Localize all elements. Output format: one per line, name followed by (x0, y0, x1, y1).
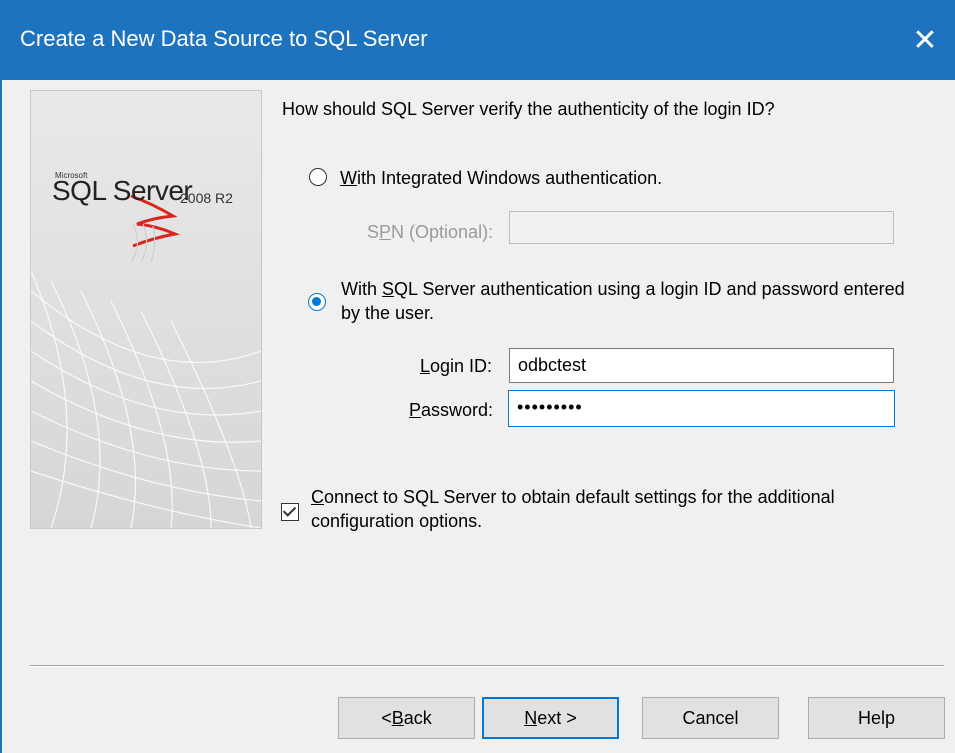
cancel-button[interactable]: Cancel (642, 697, 779, 739)
separator-highlight (30, 666, 944, 667)
spn-label: SPN (Optional): (367, 222, 494, 242)
banner-graphic (31, 270, 261, 528)
window-border (0, 80, 2, 753)
integrated-auth-label[interactable]: With Integrated Windows authentication. (340, 168, 662, 189)
sql-auth-label[interactable]: With SQL Server authentication using a l… (341, 277, 911, 325)
next-button[interactable]: Next > (482, 697, 619, 739)
connect-label[interactable]: Connect to SQL Server to obtain default … (311, 485, 851, 533)
window-title: Create a New Data Source to SQL Server (20, 26, 428, 51)
password-input[interactable]: ••••••••• (508, 390, 895, 427)
auth-question: How should SQL Server verify the authent… (282, 99, 775, 119)
integrated-auth-radio[interactable] (309, 168, 327, 186)
product-name: SQL Server (52, 175, 193, 206)
help-button[interactable]: Help (808, 697, 945, 739)
connect-checkbox[interactable] (281, 503, 299, 521)
login-id-label: Login ID: (420, 356, 493, 376)
spn-input (509, 211, 894, 244)
product-version: 2008 R2 (180, 190, 233, 206)
login-id-input[interactable]: odbctest (509, 348, 894, 383)
back-button[interactable]: < Back (338, 697, 475, 739)
close-icon[interactable]: ✕ (895, 0, 955, 80)
sql-auth-radio[interactable] (308, 293, 326, 311)
product-banner (30, 90, 262, 529)
title-bar: Create a New Data Source to SQL Server ✕ (0, 0, 955, 80)
password-label: Password: (409, 400, 494, 420)
